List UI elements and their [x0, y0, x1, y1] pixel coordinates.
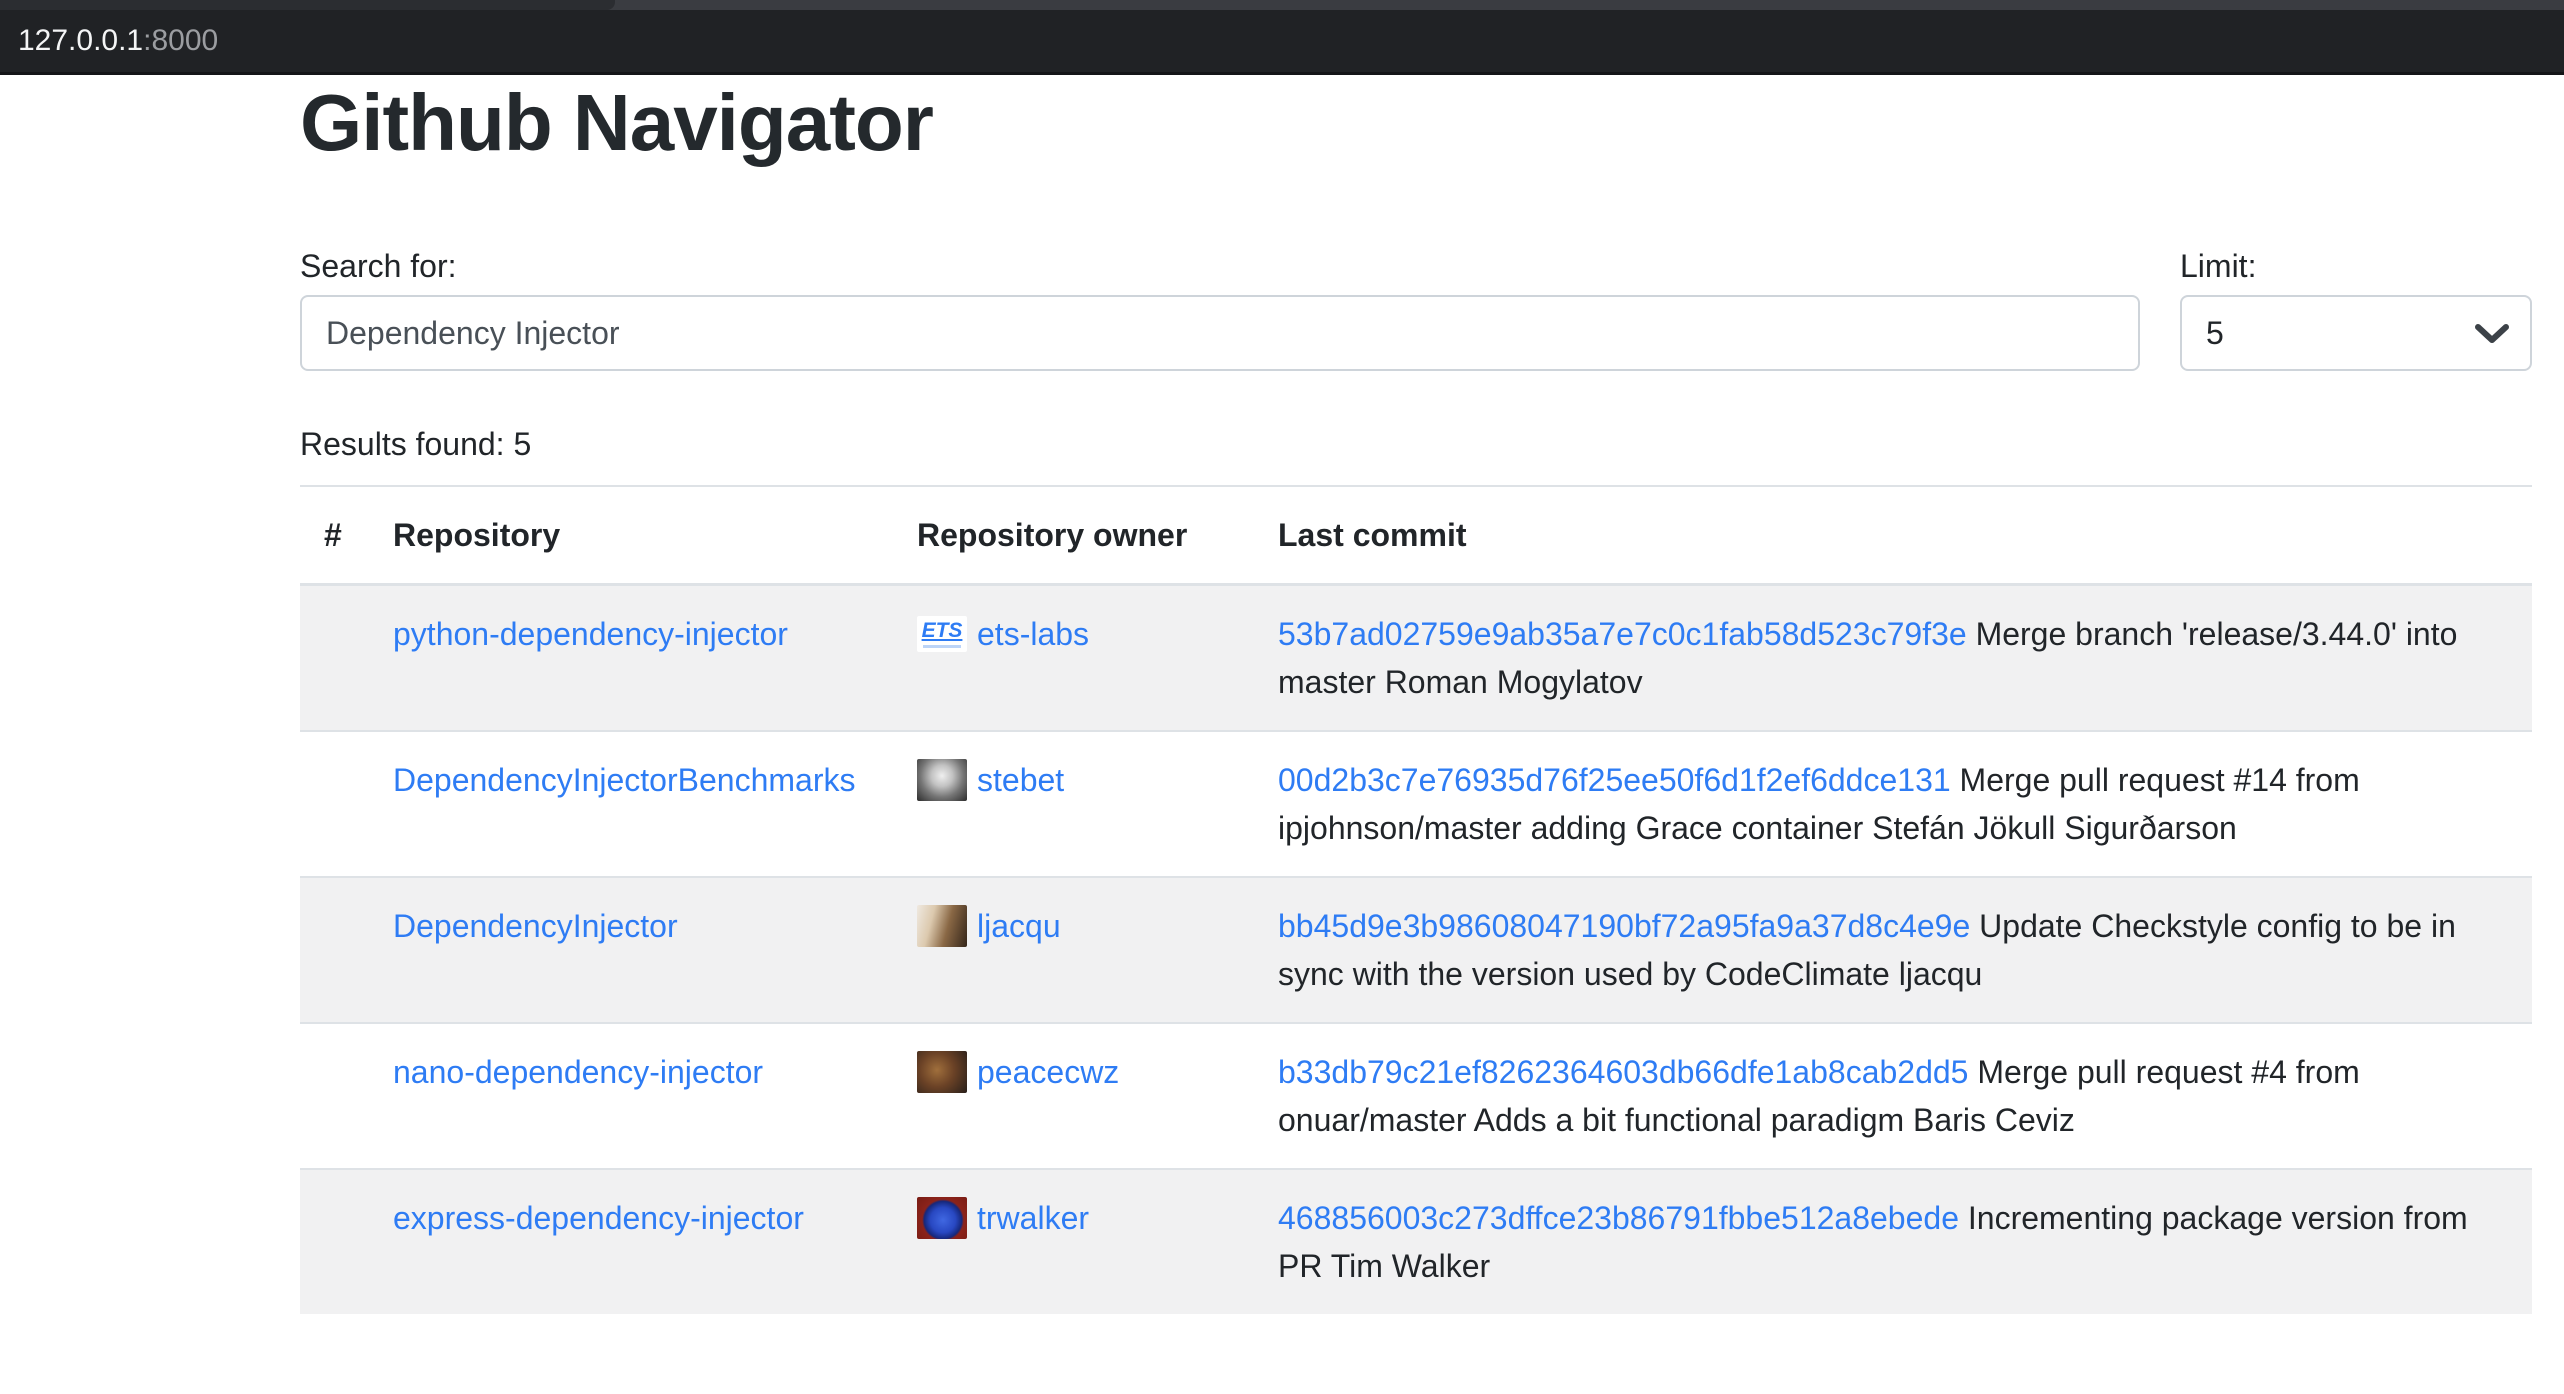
table-row: nano-dependency-injector peacecwz b33db7…: [300, 1023, 2532, 1169]
page-content: Github Navigator Search for: Limit: 5 Re…: [300, 75, 2532, 1314]
owner-avatar: [917, 905, 967, 947]
column-header-owner: Repository owner: [893, 486, 1254, 585]
owner-link[interactable]: ets-labs: [977, 610, 1089, 658]
commit-hash-link[interactable]: 53b7ad02759e9ab35a7e7c0c1fab58d523c79f3e: [1278, 616, 1967, 652]
column-header-last-commit: Last commit: [1254, 486, 2532, 585]
limit-label: Limit:: [2180, 247, 2532, 285]
repositories-table: # Repository Repository owner Last commi…: [300, 485, 2532, 1314]
owner-avatar: ETS: [917, 616, 967, 652]
table-row: DependencyInjector ljacqu bb45d9e3b98608…: [300, 877, 2532, 1023]
row-number-cell: [300, 877, 369, 1023]
owner-link[interactable]: trwalker: [977, 1194, 1089, 1242]
url-host: 127.0.0.1: [18, 24, 143, 58]
owner-avatar: [917, 1197, 967, 1239]
results-count: Results found: 5: [300, 425, 2532, 463]
row-number-cell: [300, 731, 369, 877]
repository-link[interactable]: DependencyInjectorBenchmarks: [393, 762, 855, 798]
commit-hash-link[interactable]: 00d2b3c7e76935d76f25ee50f6d1f2ef6ddce131: [1278, 762, 1951, 798]
owner-link[interactable]: peacecwz: [977, 1048, 1119, 1096]
search-label: Search for:: [300, 247, 2140, 285]
table-row: express-dependency-injector trwalker 468…: [300, 1169, 2532, 1314]
commit-hash-link[interactable]: 468856003c273dffce23b86791fbbe512a8ebede: [1278, 1200, 1959, 1236]
row-number-cell: [300, 1169, 369, 1314]
owner-link[interactable]: stebet: [977, 756, 1064, 804]
browser-tab-strip: [0, 0, 2564, 10]
commit-hash-link[interactable]: b33db79c21ef8262364603db66dfe1ab8cab2dd5: [1278, 1054, 1968, 1090]
search-input[interactable]: [300, 295, 2140, 371]
row-number-cell: [300, 585, 369, 732]
table-row: DependencyInjectorBenchmarks stebet 00d2…: [300, 731, 2532, 877]
browser-active-tab[interactable]: [0, 0, 615, 10]
owner-link[interactable]: ljacqu: [977, 902, 1061, 950]
search-form: Search for: Limit: 5: [300, 247, 2532, 371]
row-number-cell: [300, 1023, 369, 1169]
repository-link[interactable]: nano-dependency-injector: [393, 1054, 763, 1090]
column-header-number: #: [300, 486, 369, 585]
url-port: :8000: [143, 24, 218, 58]
search-field-group: Search for:: [300, 247, 2140, 371]
ets-logo-text: ETS: [922, 620, 963, 641]
column-header-repository: Repository: [369, 486, 893, 585]
repository-link[interactable]: DependencyInjector: [393, 908, 678, 944]
limit-select[interactable]: 5: [2180, 295, 2532, 371]
owner-avatar: [917, 759, 967, 801]
table-header-row: # Repository Repository owner Last commi…: [300, 486, 2532, 585]
limit-field-group: Limit: 5: [2180, 247, 2532, 371]
browser-url-bar[interactable]: 127.0.0.1:8000: [0, 10, 2564, 75]
commit-hash-link[interactable]: bb45d9e3b98608047190bf72a95fa9a37d8c4e9e: [1278, 908, 1970, 944]
repository-link[interactable]: python-dependency-injector: [393, 616, 788, 652]
browser-window: 127.0.0.1:8000 Github Navigator Search f…: [0, 0, 2564, 1394]
table-row: python-dependency-injector ETS ets-labs …: [300, 585, 2532, 732]
owner-avatar: [917, 1051, 967, 1093]
page-title: Github Navigator: [300, 75, 2532, 171]
repository-link[interactable]: express-dependency-injector: [393, 1200, 804, 1236]
